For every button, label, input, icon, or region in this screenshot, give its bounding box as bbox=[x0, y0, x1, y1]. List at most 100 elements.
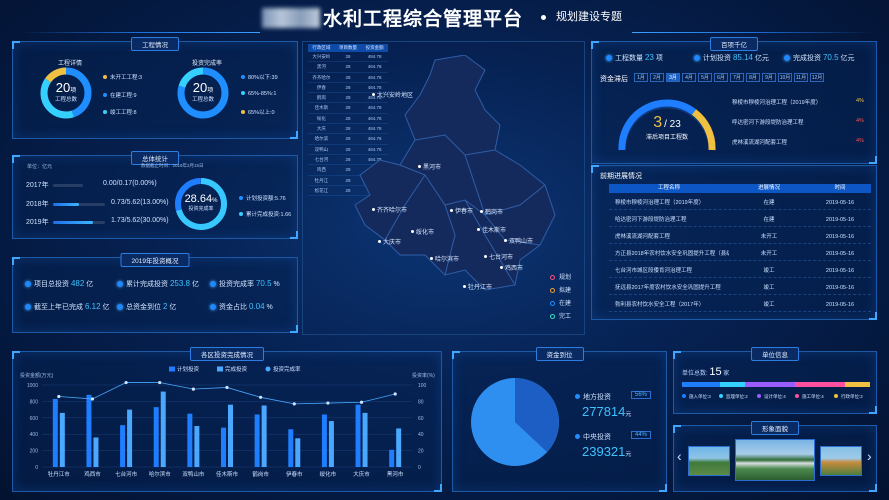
table-row[interactable]: 方正县2018年农村饮水安全巩固提升工程（县级） 未开工 2019-05-16 bbox=[609, 247, 871, 261]
ring-value: 28.64 bbox=[184, 193, 213, 205]
panel-invest: 2019年投资概况 项目总投资 482 亿 累计完成投资 253.8 亿 投资完… bbox=[12, 253, 298, 333]
month-tab[interactable]: 1月 bbox=[634, 73, 648, 82]
photo-thumbnail[interactable] bbox=[688, 446, 730, 476]
legend-item[interactable]: 拟建 bbox=[550, 285, 571, 294]
gauge-center: 3 / 23 滞后项目工程数 bbox=[612, 114, 722, 141]
legend-swatch bbox=[265, 366, 271, 372]
month-tab[interactable]: 4月 bbox=[682, 73, 696, 82]
city-label[interactable]: 双鸭山市 bbox=[504, 236, 533, 245]
table-cell: 佳木斯 bbox=[314, 105, 329, 111]
city-label[interactable]: 鹤岗市 bbox=[480, 207, 503, 216]
carousel-next-button[interactable]: › bbox=[867, 448, 872, 464]
fund-value: 239321元 bbox=[582, 444, 632, 459]
legend-swatch bbox=[169, 366, 175, 372]
table-cell: 七台河 bbox=[314, 156, 329, 162]
legend-item[interactable]: 完工 bbox=[550, 311, 571, 320]
table-row[interactable]: 虎林溪流湖河配套工程 未开工 2019-05-16 bbox=[609, 230, 871, 244]
city-label[interactable]: 牡丹江市 bbox=[463, 282, 492, 291]
city-label[interactable]: 鸡西市 bbox=[500, 263, 523, 272]
ring-unit: 项 bbox=[70, 88, 77, 94]
table-cell: 哈尔滨 bbox=[314, 136, 329, 142]
bar-planned bbox=[52, 398, 58, 467]
legend-item: 施入单位:3 bbox=[682, 394, 711, 400]
title-text: 水利工程综合管理平台 bbox=[323, 9, 524, 30]
table-cell: 2019-05-16 bbox=[825, 251, 855, 257]
city-label[interactable]: 绥化市 bbox=[411, 227, 434, 236]
fund-value: 277814元 bbox=[582, 404, 632, 419]
legend-dot bbox=[103, 75, 107, 79]
month-tab[interactable]: 6月 bbox=[714, 73, 728, 82]
month-tab[interactable]: 2月 bbox=[650, 73, 664, 82]
table-cell: 在建 bbox=[763, 200, 775, 206]
legend-item: 施工单位:4 bbox=[795, 394, 824, 400]
stat-icon bbox=[784, 55, 790, 61]
city-label[interactable]: 伊春市 bbox=[450, 206, 473, 215]
lag-pct: 4% bbox=[856, 138, 864, 144]
month-tab[interactable]: 7月 bbox=[730, 73, 744, 82]
legend-dot bbox=[575, 434, 580, 439]
lag-item[interactable]: 呼达密河下游段堤防治理工程 bbox=[732, 118, 804, 126]
table-row[interactable]: 七台河市城区段倭肯河治理工程 竣工 2019-05-16 bbox=[609, 264, 871, 278]
legend-dot bbox=[103, 110, 107, 114]
month-tab[interactable]: 9月 bbox=[762, 73, 776, 82]
table-row[interactable]: 穆棱市穆棱河治理工程（2019年度） 在建 2019-05-16 bbox=[609, 196, 871, 210]
panel-unit: 单位信息 单位总数: 15 家 施入单位:3 监理单位:2 设计单位:4 施工单… bbox=[673, 347, 877, 414]
fund-label: 中央投资 bbox=[575, 432, 611, 442]
month-tabs: 1月 2月 3月 4月 5月 6月 7月 8月 9月 10月 11月 12月 bbox=[634, 73, 824, 82]
month-tab[interactable]: 5月 bbox=[698, 73, 712, 82]
bar-completed bbox=[93, 437, 99, 467]
month-tab[interactable]: 12月 bbox=[810, 73, 824, 82]
photo-main[interactable] bbox=[735, 439, 815, 481]
legend-label: 计划投资 bbox=[177, 365, 200, 373]
month-tab[interactable]: 3月 bbox=[666, 73, 680, 82]
month-tab[interactable]: 11月 bbox=[794, 73, 808, 82]
table-row[interactable]: 抚远县2017年度农村饮水安全巩固提升工程 竣工 2019-05-16 bbox=[609, 281, 871, 295]
table-cell: 大兴安岭 bbox=[312, 54, 331, 59]
rate-point bbox=[259, 395, 263, 399]
x-tick-label: 哈尔滨市 bbox=[149, 470, 172, 478]
lag-item[interactable]: 穆棱市穆棱河治理工程（2019年度） bbox=[732, 98, 821, 106]
city-label[interactable]: 黑河市 bbox=[418, 162, 441, 171]
unit-segment bbox=[744, 382, 795, 387]
funds-pie bbox=[471, 378, 559, 466]
x-tick-label: 绥化市 bbox=[320, 470, 337, 478]
map-legend: 规划 拟建 在建 完工 bbox=[550, 272, 571, 324]
table-cell: 黑河 bbox=[316, 64, 326, 70]
legend-dot bbox=[682, 394, 686, 398]
bar-planned bbox=[221, 427, 226, 467]
city-label[interactable]: 七台河市 bbox=[484, 252, 513, 261]
gauge-caption: 滞后项目工程数 bbox=[645, 135, 688, 141]
stat-item: 总资金到位 2 亿 bbox=[117, 302, 176, 312]
bar-planned bbox=[86, 394, 92, 467]
city-label[interactable]: 齐齐哈尔市 bbox=[372, 205, 407, 214]
page-title: 水利工程综合管理平台 bbox=[262, 4, 523, 31]
month-tab[interactable]: 10月 bbox=[778, 73, 792, 82]
bar-completed bbox=[396, 428, 402, 467]
investment-chart: 投资金额(万元) 投资率(%)10008006004002000100806040… bbox=[20, 365, 435, 478]
table-row[interactable]: 哈达密河下游段堤防治理工程 在建 2019-05-16 bbox=[609, 213, 871, 227]
legend-item[interactable]: 在建 bbox=[550, 298, 571, 307]
stat-icon bbox=[694, 55, 700, 61]
panel-title: 单位信息 bbox=[751, 347, 799, 361]
header: 水利工程综合管理平台 规划建设专题 bbox=[0, 0, 889, 34]
lag-item[interactable]: 虎林溪流湖河配套工程 bbox=[732, 138, 787, 146]
gauge-total: / 23 bbox=[664, 119, 681, 130]
bar-planned bbox=[389, 449, 395, 467]
bar-completed bbox=[261, 405, 267, 467]
city-label[interactable]: 哈尔滨市 bbox=[430, 254, 459, 263]
city-label[interactable]: 大兴安岭地区 bbox=[372, 90, 413, 99]
city-label[interactable]: 佳木斯市 bbox=[477, 225, 506, 234]
table-row[interactable]: 勃利县农村饮水安全工程（2017年） 竣工 2019-05-16 bbox=[609, 298, 871, 312]
month-tab[interactable]: 8月 bbox=[746, 73, 760, 82]
unit-segment bbox=[682, 382, 720, 387]
bar-completed bbox=[194, 426, 200, 467]
legend-item[interactable]: 规划 bbox=[550, 272, 571, 281]
carousel-prev-button[interactable]: ‹ bbox=[677, 448, 682, 464]
legend-swatch bbox=[217, 366, 223, 372]
legend-dot bbox=[757, 394, 761, 398]
city-label[interactable]: 大庆市 bbox=[378, 237, 401, 246]
progress-title: 前期进展情况 bbox=[600, 173, 642, 180]
bar-planned bbox=[288, 429, 294, 467]
y-tick-label: 400 bbox=[30, 432, 39, 438]
photo-thumbnail[interactable] bbox=[820, 446, 862, 476]
